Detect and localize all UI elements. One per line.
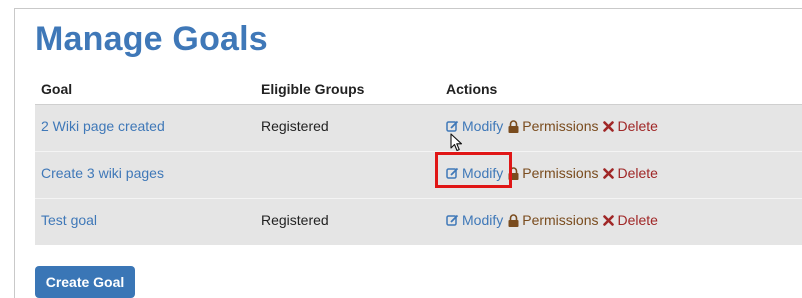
lock-icon xyxy=(508,119,519,133)
permissions-label: Permissions xyxy=(522,165,599,181)
goal-link[interactable]: Create 3 wiki pages xyxy=(41,165,164,181)
column-header-actions: Actions xyxy=(446,81,498,97)
delete-x-icon xyxy=(603,167,615,179)
goal-link[interactable]: 2 Wiki page created xyxy=(41,118,165,134)
table-row: Test goal Registered Modify Permissions … xyxy=(35,199,802,246)
delete-label: Delete xyxy=(617,118,658,134)
permissions-button[interactable]: Permissions xyxy=(508,118,598,134)
table-row: 2 Wiki page created Registered Modify Pe… xyxy=(35,105,802,152)
permissions-label: Permissions xyxy=(522,212,599,228)
delete-button[interactable]: Delete xyxy=(603,165,658,181)
column-header-goal: Goal xyxy=(41,81,73,97)
page-title: Manage Goals xyxy=(35,20,268,58)
edit-icon xyxy=(446,214,459,226)
goals-table: 2 Wiki page created Registered Modify Pe… xyxy=(35,105,802,245)
row-actions: Modify Permissions Delete xyxy=(446,118,658,134)
delete-label: Delete xyxy=(617,212,658,228)
modify-button[interactable]: Modify xyxy=(446,212,503,228)
modify-highlight-box xyxy=(435,152,512,188)
permissions-label: Permissions xyxy=(522,118,599,134)
row-actions: Modify Permissions Delete xyxy=(446,212,658,228)
modify-label: Modify xyxy=(462,212,504,228)
delete-label: Delete xyxy=(617,165,658,181)
delete-x-icon xyxy=(603,120,615,132)
modify-button[interactable]: Modify xyxy=(446,118,503,134)
delete-x-icon xyxy=(603,214,615,226)
table-row: Create 3 wiki pages Modify Permissions D… xyxy=(35,152,802,199)
goal-link[interactable]: Test goal xyxy=(41,212,97,228)
mouse-pointer-icon xyxy=(450,133,463,152)
permissions-button[interactable]: Permissions xyxy=(508,165,598,181)
modify-label: Modify xyxy=(462,118,504,134)
edit-icon xyxy=(446,120,459,132)
permissions-button[interactable]: Permissions xyxy=(508,212,598,228)
lock-icon xyxy=(508,213,519,227)
create-goal-button[interactable]: Create Goal xyxy=(35,266,135,298)
table-header: Goal Eligible Groups Actions xyxy=(35,75,802,105)
eligible-groups-value: Registered xyxy=(261,118,329,134)
eligible-groups-value: Registered xyxy=(261,212,329,228)
delete-button[interactable]: Delete xyxy=(603,212,658,228)
column-header-eligible-groups: Eligible Groups xyxy=(261,81,365,97)
delete-button[interactable]: Delete xyxy=(603,118,658,134)
